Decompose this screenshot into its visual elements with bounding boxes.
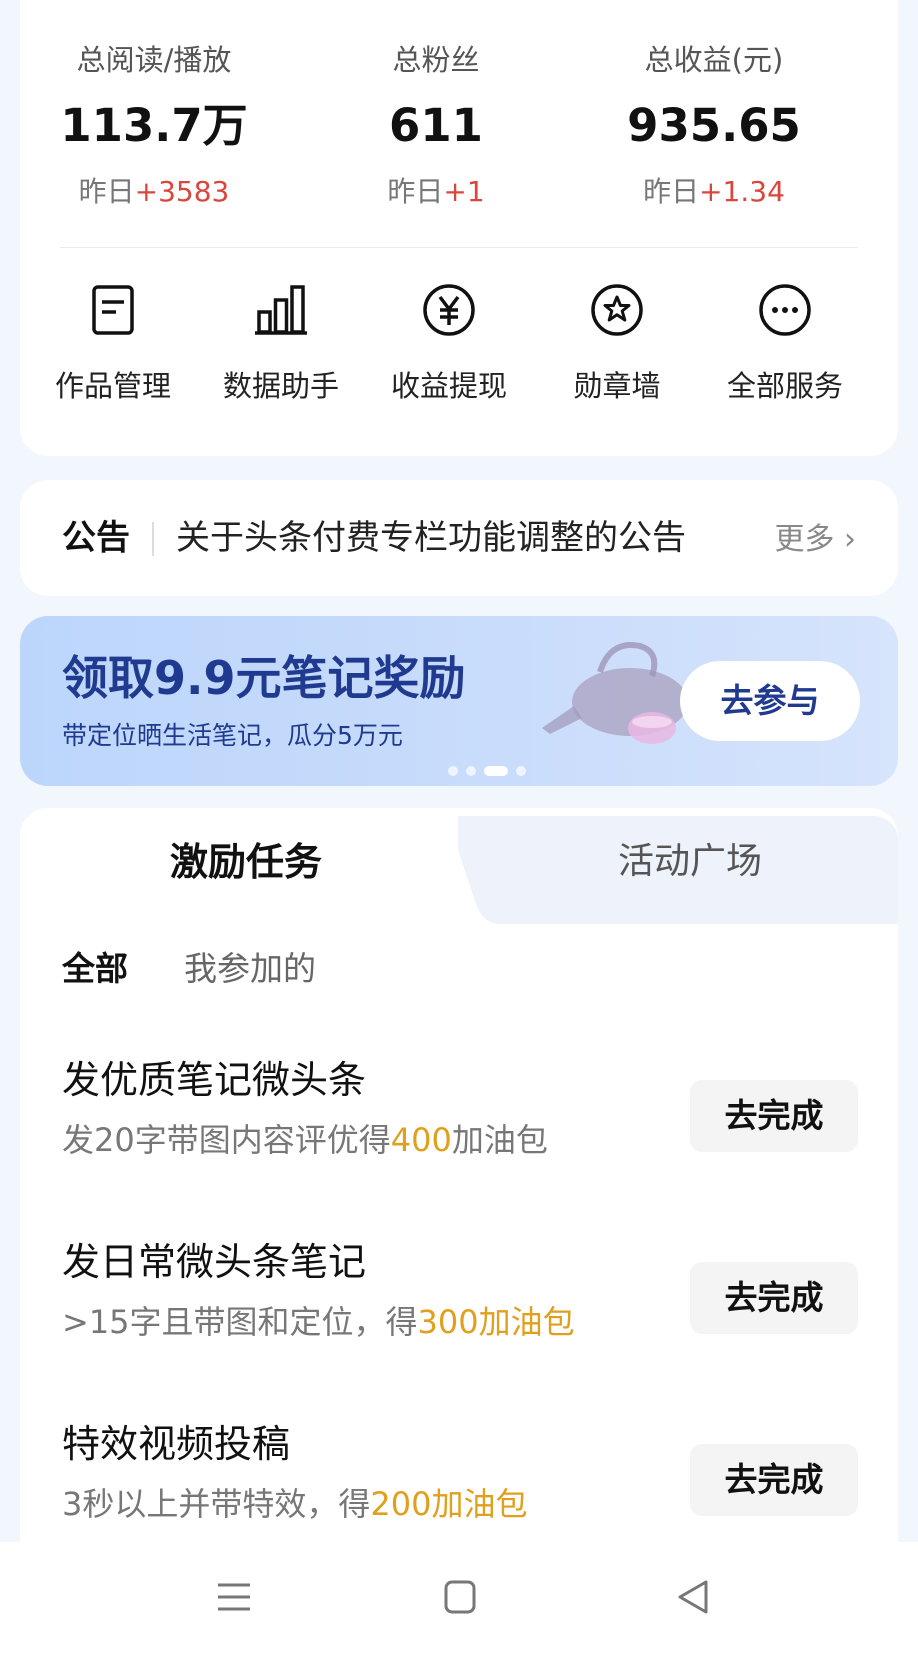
task-reward: 400 (390, 1121, 452, 1159)
service-all-services[interactable]: 全部服务 (700, 282, 870, 406)
notice-tag: 公告 (62, 518, 130, 558)
stat-total-fans[interactable]: 总粉丝 611 昨日+1 (316, 40, 556, 212)
menu-icon[interactable] (204, 1572, 264, 1622)
stat-value: 935.65 (627, 99, 801, 152)
service-label: 全部服务 (726, 369, 843, 403)
stat-label: 总阅读/播放 (76, 43, 232, 77)
stat-delta-value: +1 (443, 175, 485, 208)
bar-chart-icon (255, 285, 307, 335)
stat-value: 611 (389, 99, 483, 152)
task-desc-text: 发20字带图内容评优得 (62, 1121, 391, 1159)
banner-join-button[interactable]: 去参与 (680, 661, 860, 741)
task-title: 特效视频投稿 (62, 1422, 291, 1466)
task-description: 发20字带图内容评优得400加油包 (62, 1116, 548, 1164)
task-title: 发日常微头条笔记 (62, 1240, 367, 1284)
stat-delta-prefix: 昨日 (78, 175, 135, 208)
stat-total-reads[interactable]: 总阅读/播放 113.7万 昨日+3583 (34, 40, 274, 212)
service-medal-wall[interactable]: 勋章墙 (532, 282, 702, 406)
filter-all[interactable]: 全部 (62, 944, 128, 994)
service-label: 收益提现 (390, 369, 507, 403)
task-item: 发日常微头条笔记 >15字且带图和定位，得300加油包 去完成 (20, 1234, 898, 1384)
stat-delta-prefix: 昨日 (643, 175, 700, 208)
service-label: 作品管理 (54, 369, 171, 403)
stat-delta: 昨日+3583 (34, 172, 274, 212)
stat-delta: 昨日+1.34 (594, 172, 834, 212)
task-desc-text: >15字且带图和定位，得 (62, 1303, 418, 1341)
tab-activity-square[interactable]: 活动广场 (618, 832, 762, 892)
filter-joined[interactable]: 我参加的 (184, 944, 316, 994)
task-reward: 300加油包 (417, 1303, 575, 1341)
task-card: 激励任务 活动广场 全部 我参加的 发优质笔记微头条 发20字带图内容评优得40… (20, 808, 898, 1548)
carousel-dot (516, 766, 526, 776)
service-data-assistant[interactable]: 数据助手 (196, 282, 366, 406)
stat-delta-value: +3583 (134, 175, 230, 208)
medal-star-icon (591, 284, 643, 336)
document-icon (92, 285, 134, 335)
stat-delta-value: +1.34 (699, 175, 785, 208)
task-complete-button[interactable]: 去完成 (690, 1262, 858, 1334)
home-square-icon[interactable] (430, 1572, 490, 1622)
yen-coin-icon (423, 284, 475, 336)
carousel-dot (466, 766, 476, 776)
service-works-management[interactable]: 作品管理 (28, 282, 198, 406)
task-title: 发优质笔记微头条 (62, 1058, 367, 1102)
task-complete-button[interactable]: 去完成 (690, 1080, 858, 1152)
notice-more-label: 更多 (774, 522, 835, 557)
stat-delta-prefix: 昨日 (387, 175, 444, 208)
back-triangle-icon[interactable] (664, 1572, 724, 1622)
task-desc-suffix: 加油包 (451, 1121, 548, 1159)
stat-label: 总粉丝 (392, 43, 480, 77)
carousel-dot-active (484, 766, 508, 776)
system-nav-bar (0, 1542, 918, 1653)
chevron-right-icon: › (834, 522, 856, 557)
service-earnings-withdraw[interactable]: 收益提现 (364, 282, 534, 406)
task-complete-button[interactable]: 去完成 (690, 1444, 858, 1516)
notice-separator (152, 522, 154, 556)
stat-value: 113.7万 (60, 99, 248, 152)
service-label: 数据助手 (222, 369, 339, 403)
stat-delta: 昨日+1 (316, 172, 556, 212)
notice-text[interactable]: 关于头条付费专栏功能调整的公告 (176, 514, 686, 562)
stat-label: 总收益(元) (644, 43, 784, 77)
task-description: 3秒以上并带特效，得200加油包 (62, 1480, 527, 1528)
stats-card: 总阅读/播放 113.7万 昨日+3583 总粉丝 611 昨日+1 总收益(元… (20, 0, 898, 456)
more-dots-icon (759, 284, 811, 336)
stat-total-earnings[interactable]: 总收益(元) 935.65 昨日+1.34 (594, 40, 834, 212)
task-item: 发优质笔记微头条 发20字带图内容评优得400加油包 去完成 (20, 1052, 898, 1202)
divider (60, 247, 858, 248)
task-description: >15字且带图和定位，得300加油包 (62, 1298, 575, 1346)
carousel-dot (448, 766, 458, 776)
notice-card[interactable]: 公告 关于头条付费专栏功能调整的公告 更多 › (20, 480, 898, 596)
banner-title: 领取9.9元笔记奖励 (62, 651, 466, 705)
task-desc-text: 3秒以上并带特效，得 (62, 1485, 371, 1523)
task-item: 特效视频投稿 3秒以上并带特效，得200加油包 去完成 (20, 1416, 898, 1548)
task-reward: 200加油包 (370, 1485, 528, 1523)
notice-more-link[interactable]: 更多 › (774, 518, 856, 562)
service-label: 勋章墙 (573, 369, 661, 403)
tab-incentive-tasks[interactable]: 激励任务 (170, 832, 322, 892)
promo-banner[interactable]: 领取9.9元笔记奖励 带定位晒生活笔记，瓜分5万元 去参与 (20, 616, 898, 786)
banner-subtitle: 带定位晒生活笔记，瓜分5万元 (62, 721, 403, 750)
